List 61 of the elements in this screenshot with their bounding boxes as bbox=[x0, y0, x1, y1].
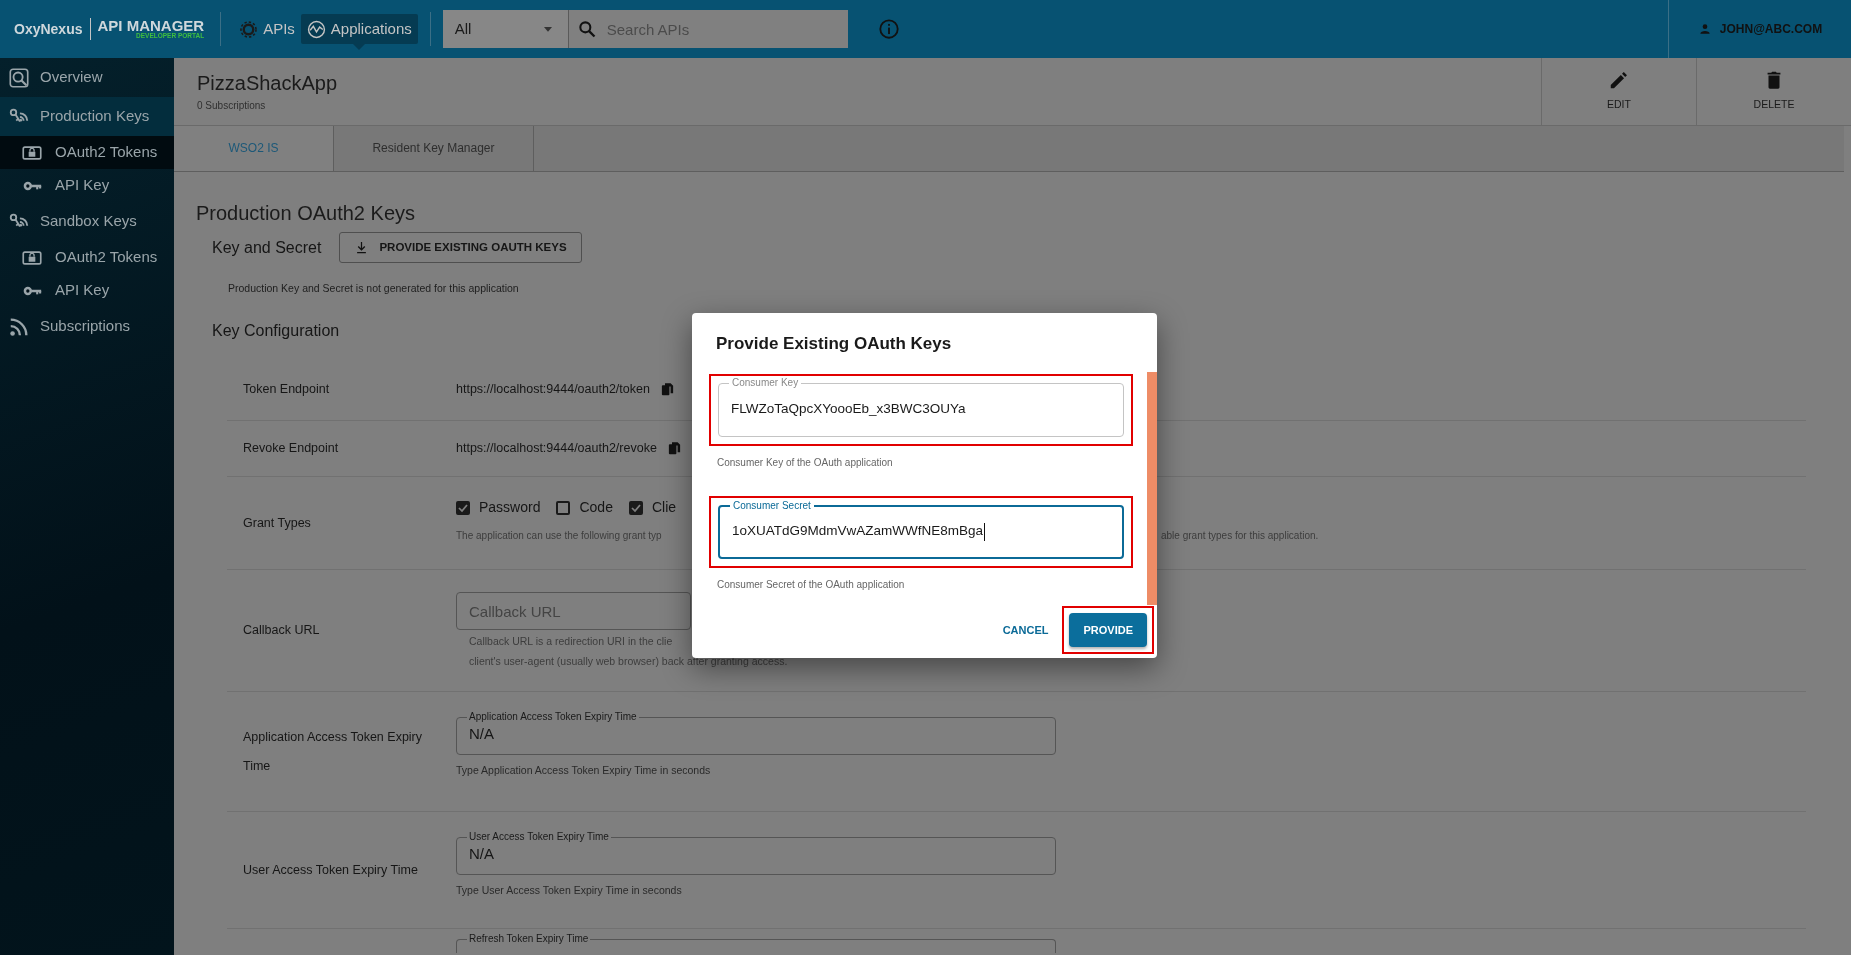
help-text: Consumer Secret of the OAuth application bbox=[717, 577, 906, 592]
help-text: Consumer Key of the OAuth application bbox=[717, 455, 894, 470]
subsection-title: Key and Secret bbox=[212, 237, 322, 258]
delete-button[interactable]: DELETE bbox=[1696, 58, 1851, 125]
checkbox-label: Code bbox=[579, 498, 613, 517]
field-label: Grant Types bbox=[242, 514, 312, 532]
gear-icon bbox=[239, 19, 259, 39]
field-label: Refresh Token Expiry Time bbox=[468, 933, 590, 945]
sidebar-subitem[interactable]: OAuth2 Tokens bbox=[0, 136, 174, 169]
help-text: able grant types for this application. bbox=[1161, 529, 1319, 543]
subscription-count: 0 Subscriptions bbox=[197, 99, 267, 113]
provide-keys-button[interactable]: PROVIDE EXISTING OAUTH KEYS bbox=[339, 232, 582, 264]
pulse-icon bbox=[306, 19, 326, 39]
sidebar-subitem[interactable]: OAuth2 Tokens bbox=[0, 241, 174, 274]
expiry-field[interactable]: User Access Token Expiry Time N/A bbox=[456, 831, 1056, 875]
nav-tab[interactable]: APIs bbox=[233, 13, 301, 45]
text-button[interactable]: CANCEL bbox=[998, 621, 1053, 638]
field-label: Token Endpoint bbox=[242, 381, 331, 399]
endpoint-url: https://localhost:9444/oauth2/token bbox=[456, 381, 650, 399]
help-text: Type User Access Token Expiry Time in seconds bbox=[456, 883, 683, 898]
user-icon bbox=[1697, 22, 1712, 36]
logo-text: OxyNexus bbox=[14, 19, 83, 39]
sidebar-item[interactable]: Sandbox Keys bbox=[0, 202, 174, 241]
sidebar-subitem[interactable]: API Key bbox=[0, 274, 174, 307]
product-name: API MANAGER bbox=[97, 18, 205, 34]
edit-button[interactable]: EDIT bbox=[1541, 58, 1696, 125]
tab[interactable]: Resident Key Manager bbox=[334, 125, 534, 171]
section-title: Production OAuth2 Keys bbox=[196, 201, 416, 226]
field-label: Application Access Token Expiry Time bbox=[468, 711, 638, 723]
sidebar-item[interactable]: Overview bbox=[0, 58, 174, 97]
checkbox[interactable] bbox=[556, 500, 571, 515]
overview-icon bbox=[8, 66, 30, 89]
sidebar-subitem[interactable]: API Key bbox=[0, 169, 174, 202]
scrollbar[interactable] bbox=[1147, 372, 1157, 605]
checkbox[interactable] bbox=[456, 500, 470, 515]
expiry-field[interactable]: Application Access Token Expiry Time N/A bbox=[456, 711, 1056, 755]
endpoint-url: https://localhost:9444/oauth2/revoke bbox=[456, 440, 657, 458]
field-label: Consumer Key bbox=[729, 375, 802, 390]
copy-icon[interactable] bbox=[666, 441, 682, 456]
field-label: Callback URL bbox=[242, 622, 321, 640]
app-title: PizzaShackApp bbox=[197, 71, 339, 96]
sidebar-item[interactable]: Production Keys bbox=[0, 97, 174, 136]
filter-dropdown[interactable]: All bbox=[442, 10, 568, 48]
field-label: Application Access Token Expiry Time bbox=[242, 728, 424, 775]
callback-url-field[interactable]: Callback URL bbox=[456, 592, 691, 630]
sidebar-item[interactable]: Subscriptions bbox=[0, 307, 174, 346]
help-text: The application can use the following grant typ bbox=[456, 530, 662, 541]
primary-button[interactable]: PROVIDE bbox=[1069, 612, 1147, 647]
checkbox-label: Password bbox=[479, 498, 541, 517]
field-label: User Access Token Expiry Time bbox=[468, 831, 610, 843]
help-text: Callback URL is a redirection URI in the clie bbox=[469, 634, 674, 649]
expiry-field[interactable]: Refresh Token Expiry Time bbox=[456, 933, 1056, 953]
dialog-title: Provide Existing OAuth Keys bbox=[716, 333, 953, 355]
field-label: User Access Token Expiry Time bbox=[242, 861, 419, 879]
copy-icon[interactable] bbox=[659, 382, 675, 397]
status-text: Production Key and Secret is not generated for this application bbox=[227, 281, 520, 297]
help-text: Type Application Access Token Expiry Time in seconds bbox=[456, 763, 712, 778]
search-icon bbox=[576, 19, 597, 39]
checkbox-label: Clie bbox=[651, 498, 677, 517]
field-label: Revoke Endpoint bbox=[242, 440, 340, 458]
checkbox[interactable] bbox=[628, 500, 643, 515]
